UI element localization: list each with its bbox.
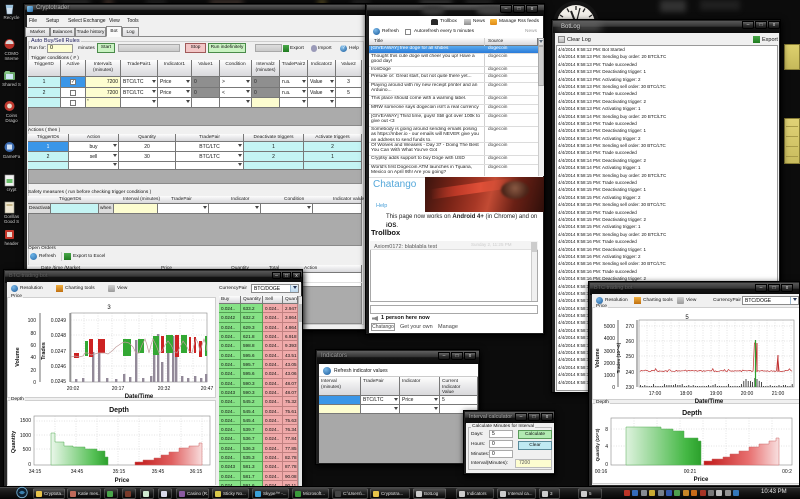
svg-text:0: 0 [28,462,31,468]
svg-text:0.0249: 0.0249 [51,318,67,324]
svg-text:0: 0 [33,380,36,386]
svg-text:0.0245: 0.0245 [51,379,67,385]
svg-text:230: 230 [626,385,635,391]
svg-text:3000: 3000 [604,349,615,355]
svg-text:34:15: 34:15 [29,469,42,475]
svg-text:1000: 1000 [604,373,615,379]
svg-text:4000: 4000 [604,336,615,342]
svg-text:0.0246: 0.0246 [51,364,67,370]
svg-text:1000: 1000 [20,433,31,439]
svg-text:Trades: Trades [41,342,47,360]
svg-text:260: 260 [626,339,635,345]
svg-text:100: 100 [28,318,37,324]
svg-text:20:17: 20:17 [112,386,125,392]
svg-text:3: 3 [107,305,111,311]
svg-text:270: 270 [626,324,635,330]
svg-text:0.0247: 0.0247 [51,349,67,355]
svg-text:Quantity: Quantity [11,430,17,453]
svg-text:500: 500 [23,447,32,453]
svg-text:35:45: 35:45 [152,469,165,475]
svg-text:35:15: 35:15 [113,469,126,475]
svg-text:1500: 1500 [20,418,31,424]
svg-text:5000: 5000 [604,324,615,330]
svg-text:0.0248: 0.0248 [51,333,67,339]
svg-text:Volume: Volume [595,348,601,367]
svg-text:00:16: 00:16 [595,469,608,475]
svg-text:17:00: 17:00 [649,391,662,397]
svg-text:250: 250 [626,354,635,360]
svg-text:18:00: 18:00 [680,391,693,397]
svg-text:19:00: 19:00 [710,391,723,397]
svg-text:Price: Price [694,477,709,483]
svg-text:0: 0 [605,462,608,468]
svg-text:20:00: 20:00 [741,391,754,397]
svg-text:00:2: 00:2 [782,469,792,475]
svg-text:80: 80 [30,331,36,337]
svg-text:34:45: 34:45 [71,469,84,475]
svg-text:00:21: 00:21 [684,469,697,475]
svg-text:Volume: Volume [15,347,21,366]
svg-text:36:15: 36:15 [190,469,203,475]
svg-text:4: 4 [605,444,608,450]
svg-text:Quantity (10^3): Quantity (10^3) [595,428,600,461]
svg-text:Depth: Depth [682,410,702,417]
svg-text:Trades (10^-6): Trades (10^-6) [616,342,621,373]
svg-text:2000: 2000 [604,361,615,367]
svg-text:20: 20 [30,368,36,374]
svg-text:8: 8 [605,427,608,433]
svg-text:60: 60 [30,343,36,349]
svg-text:20:02: 20:02 [67,386,80,392]
svg-text:Price: Price [115,478,130,484]
svg-text:0: 0 [612,385,615,391]
svg-text:Depth: Depth [109,407,129,414]
svg-text:240: 240 [626,370,635,376]
svg-text:20:32: 20:32 [158,386,171,392]
svg-text:21:00: 21:00 [772,391,785,397]
svg-text:20:47: 20:47 [201,386,214,392]
svg-text:40: 40 [30,355,36,361]
